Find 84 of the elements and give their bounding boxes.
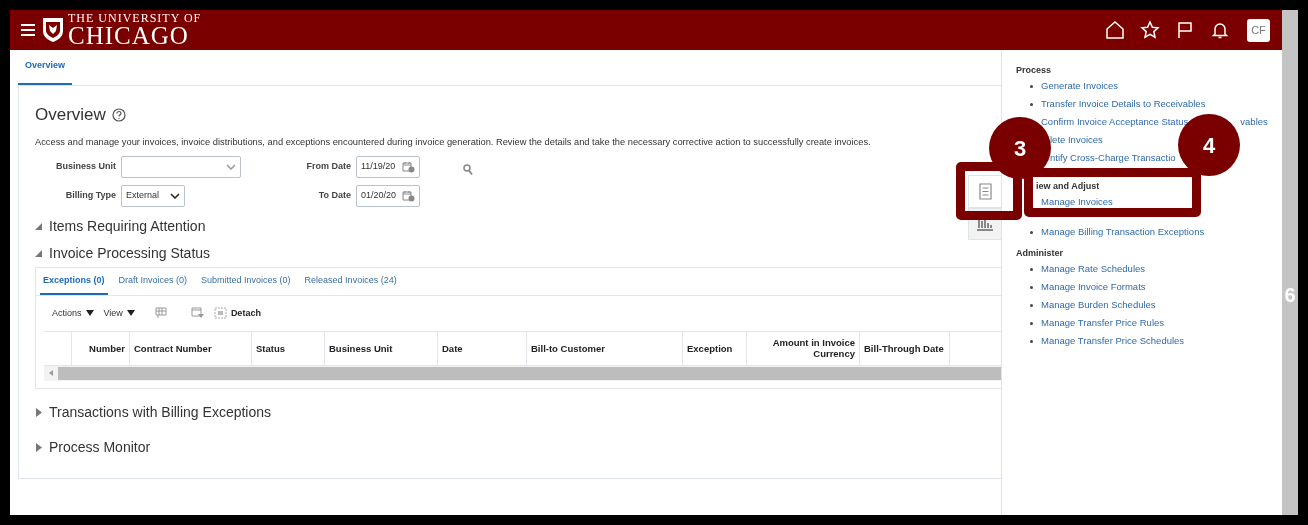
date-field[interactable]: 01/20/20 [356,184,420,207]
bullet-icon [1030,267,1033,271]
bullet-icon [1030,102,1033,106]
bell-icon[interactable] [1210,20,1230,40]
scroll-left-icon[interactable] [47,369,55,378]
status-tab[interactable]: Released Invoices (24) [301,267,400,295]
column-header[interactable]: Date [438,331,527,365]
bullet-icon [1030,303,1033,307]
caret-icon [85,310,94,317]
detach-button[interactable]: Detach [213,306,261,321]
detach-icon [213,307,227,320]
calendar-icon [402,189,415,202]
column-header[interactable]: Bill-Through Date [860,331,950,365]
collapse-icon[interactable] [35,221,43,231]
logo-title: CHICAGO [68,23,190,48]
task-group-heading: Administer [1016,247,1064,260]
caret-icon [126,310,135,317]
task-link[interactable]: ntify Cross-Charge Transactio [1050,150,1176,166]
calendar-icon [402,160,415,173]
field-label: Business Unit [55,160,116,174]
column-header[interactable]: Contract Number [130,331,252,365]
column-header[interactable]: Amount in Invoice Currency [747,331,860,365]
page-tab[interactable]: Overview [18,49,73,85]
section-title[interactable]: Invoice Processing Status [49,242,211,264]
task-link[interactable]: Manage Transfer Price Rules [1041,315,1165,331]
bullet-icon [1030,339,1033,343]
user-avatar[interactable]: CF [1247,18,1270,42]
task-group-heading: Process [1016,64,1053,77]
filter-icon[interactable] [190,307,204,320]
collapse-icon[interactable] [35,248,43,258]
home-icon[interactable] [1105,20,1125,40]
task-link[interactable]: Manage Burden Schedules [1041,297,1156,313]
field-label: To Date [317,189,351,203]
task-link[interactable]: Transfer Invoice Details to Receivables [1041,96,1206,112]
flag-icon[interactable] [1175,20,1195,40]
page-title: Overview [35,104,106,127]
star-icon[interactable] [1140,20,1160,40]
task-link[interactable]: lete Invoices [1050,132,1103,148]
bullet-icon [1030,84,1033,88]
menu-button[interactable]: View [103,306,135,321]
chevron-down-icon [226,163,236,170]
task-link[interactable]: Manage Invoice Formats [1041,279,1146,295]
task-link[interactable]: vables [1240,114,1268,130]
field-value: 11/19/20 [361,160,396,174]
field-label: Billing Type [64,189,116,203]
menu-button[interactable]: Actions [52,306,94,321]
step-number: 6 [1284,283,1296,308]
section-title[interactable]: Process Monitor [49,436,151,458]
field-value: 01/20/20 [361,189,397,203]
status-tab[interactable]: Exceptions (0) [40,267,108,295]
column-header[interactable]: Bill-to Customer [527,331,683,365]
expand-icon[interactable] [35,407,43,417]
dropdown-field[interactable]: External [121,184,185,207]
date-field[interactable]: 11/19/20 [356,155,420,178]
menu-icon[interactable] [20,23,36,37]
field-label: From Date [305,160,351,174]
column-header[interactable]: Number [72,331,130,365]
status-tab[interactable]: Submitted Invoices (0) [198,267,294,295]
dropdown-field[interactable] [121,155,241,178]
task-link[interactable]: Manage Invoices [1041,194,1113,210]
task-link[interactable]: Manage Billing Transaction Exceptions [1041,224,1205,240]
help-icon[interactable] [111,108,126,122]
column-header[interactable]: Status [252,331,325,365]
task-link[interactable]: Manage Rate Schedules [1041,261,1146,277]
bullet-icon [1030,285,1033,289]
task-group-heading: iew and Adjust [1036,180,1101,193]
expand-icon[interactable] [35,442,43,452]
column-header[interactable]: Business Unit [325,331,438,365]
bar-chart-icon [976,217,994,231]
search-icon[interactable] [463,163,473,176]
column-header[interactable]: Exception [683,331,747,365]
task-link[interactable]: Manage Transfer Price Schedules [1041,333,1185,349]
section-title[interactable]: Transactions with Billing Exceptions [49,401,272,423]
shield-logo-icon [42,17,64,43]
bullet-icon [1030,321,1033,325]
task-link[interactable]: Generate Invoices [1041,78,1119,94]
document-icon [978,183,992,200]
bullet-icon [1030,230,1033,234]
status-tab[interactable]: Draft Invoices (0) [115,267,191,295]
chevron-down-icon [170,192,180,199]
section-title[interactable]: Items Requiring Attention [49,215,206,237]
logo-subtitle: THE UNIVERSITY OF [68,12,202,24]
field-value: External [126,189,160,203]
description-text: Access and manage your invoices, invoice distributions, and exceptions encountered during invoice generation. Review the details and take the necessary corrective action to successfully create invoices. [35,136,872,149]
